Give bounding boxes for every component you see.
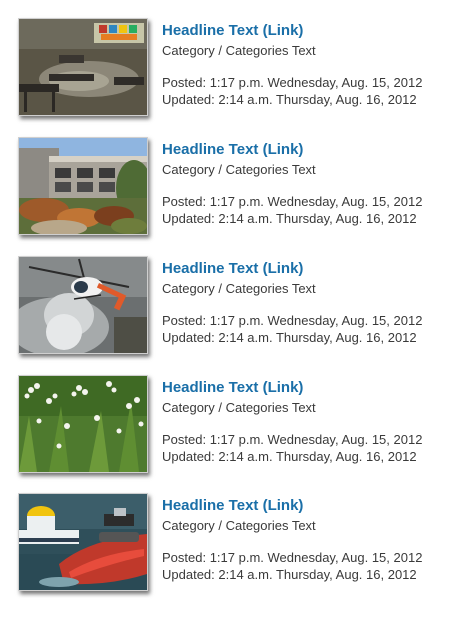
category-text: Category / Categories Text bbox=[162, 400, 316, 415]
posted-date: Posted: 1:17 p.m. Wednesday, Aug. 15, 20… bbox=[162, 194, 423, 209]
posted-date: Posted: 1:17 p.m. Wednesday, Aug. 15, 20… bbox=[162, 432, 423, 447]
updated-date: Updated: 2:14 a.m. Thursday, Aug. 16, 20… bbox=[162, 92, 417, 107]
school-building-garden-image bbox=[19, 138, 147, 234]
updated-date: Updated: 2:14 a.m. Thursday, Aug. 16, 20… bbox=[162, 330, 417, 345]
posted-date: Posted: 1:17 p.m. Wednesday, Aug. 15, 20… bbox=[162, 550, 423, 565]
article-list: Headline Text (Link) Category / Categori… bbox=[0, 0, 469, 619]
article-item: Headline Text (Link) Category / Categori… bbox=[0, 18, 469, 118]
updated-date: Updated: 2:14 a.m. Thursday, Aug. 16, 20… bbox=[162, 449, 417, 464]
updated-date: Updated: 2:14 a.m. Thursday, Aug. 16, 20… bbox=[162, 567, 417, 582]
article-item: Headline Text (Link) Category / Categori… bbox=[0, 493, 469, 593]
posted-date: Posted: 1:17 p.m. Wednesday, Aug. 15, 20… bbox=[162, 75, 423, 90]
article-thumbnail[interactable] bbox=[18, 256, 148, 354]
category-text: Category / Categories Text bbox=[162, 162, 316, 177]
article-text: Headline Text (Link) Category / Categori… bbox=[162, 493, 462, 583]
firefighting-helicopter-image bbox=[19, 257, 147, 353]
white-flowering-plant-image bbox=[19, 376, 147, 472]
category-text: Category / Categories Text bbox=[162, 281, 316, 296]
article-thumbnail[interactable] bbox=[18, 493, 148, 591]
updated-date: Updated: 2:14 a.m. Thursday, Aug. 16, 20… bbox=[162, 211, 417, 226]
headline-link[interactable]: Headline Text (Link) bbox=[162, 497, 462, 515]
article-text: Headline Text (Link) Category / Categori… bbox=[162, 375, 462, 465]
personal-watercraft-image bbox=[19, 494, 147, 590]
article-text: Headline Text (Link) Category / Categori… bbox=[162, 137, 462, 227]
article-item: Headline Text (Link) Category / Categori… bbox=[0, 256, 469, 356]
article-thumbnail[interactable] bbox=[18, 137, 148, 235]
headline-link[interactable]: Headline Text (Link) bbox=[162, 141, 462, 159]
article-thumbnail[interactable] bbox=[18, 18, 148, 116]
headline-link[interactable]: Headline Text (Link) bbox=[162, 22, 462, 40]
category-text: Category / Categories Text bbox=[162, 43, 316, 58]
article-text: Headline Text (Link) Category / Categori… bbox=[162, 18, 462, 108]
posted-date: Posted: 1:17 p.m. Wednesday, Aug. 15, 20… bbox=[162, 313, 423, 328]
headline-link[interactable]: Headline Text (Link) bbox=[162, 379, 462, 397]
article-thumbnail[interactable] bbox=[18, 375, 148, 473]
headline-link[interactable]: Headline Text (Link) bbox=[162, 260, 462, 278]
article-item: Headline Text (Link) Category / Categori… bbox=[0, 375, 469, 475]
category-text: Category / Categories Text bbox=[162, 518, 316, 533]
flooded-classroom-image bbox=[19, 19, 147, 115]
article-item: Headline Text (Link) Category / Categori… bbox=[0, 137, 469, 237]
article-text: Headline Text (Link) Category / Categori… bbox=[162, 256, 462, 346]
